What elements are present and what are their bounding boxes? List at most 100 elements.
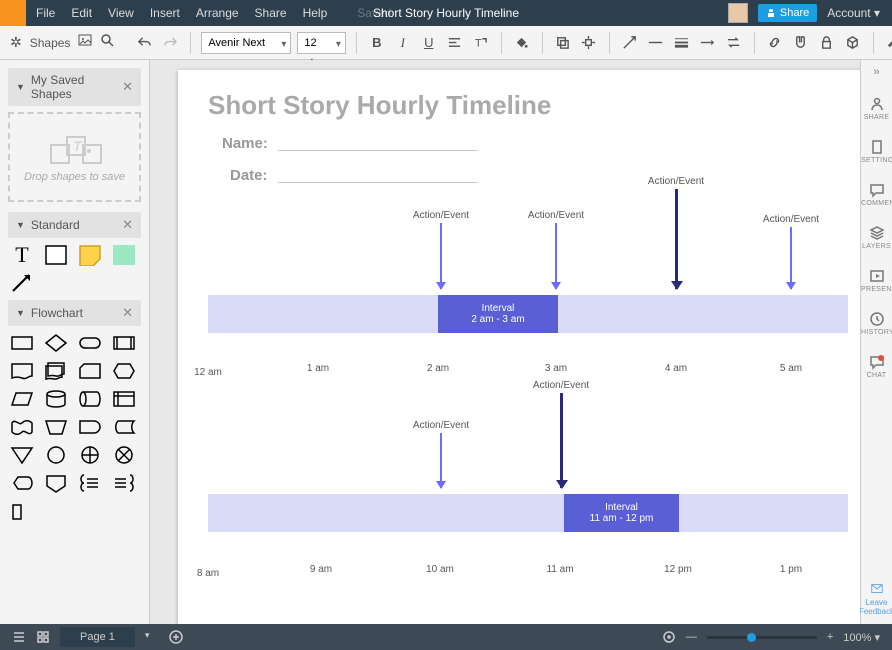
feedback-link[interactable]: LeaveFeedback [859,582,892,616]
canvas[interactable]: Short Story Hourly Timeline Name: Date: … [150,60,860,624]
note-shape[interactable] [78,244,102,266]
action-event-label[interactable]: Action/Event [406,420,476,431]
shapes-gear-icon[interactable]: ✲ [10,34,22,51]
zoom-slider[interactable] [707,636,817,639]
search-icon[interactable] [100,33,114,52]
panel-saved-header[interactable]: ▼My Saved Shapes✕ [8,68,141,106]
fc-doc[interactable] [10,360,34,382]
cube-icon[interactable] [843,33,863,53]
rail-history[interactable]: HISTORY [861,311,892,336]
fc-card[interactable] [78,360,102,382]
interval-2[interactable]: Interval11 am - 12 pm [564,494,679,532]
rect-shape[interactable] [44,244,68,266]
block-shape[interactable] [112,244,136,266]
rail-settings[interactable]: SETTINGS [861,139,892,164]
arrow-icon[interactable] [675,189,678,289]
name-line[interactable] [278,150,478,151]
action-event-label[interactable]: Action/Event [641,176,711,187]
fc-connector[interactable] [44,444,68,466]
line-start-button[interactable] [620,33,640,53]
panel-flowchart-header[interactable]: ▼Flowchart✕ [8,300,141,326]
share-button[interactable]: Share [758,4,817,22]
fc-stored[interactable] [112,416,136,438]
rail-chat[interactable]: CHAT [861,354,892,379]
action-event-label[interactable]: Action/Event [756,214,826,225]
fc-manual[interactable] [44,416,68,438]
fc-merge[interactable] [10,444,34,466]
arrow-icon[interactable] [555,223,557,289]
close-icon[interactable]: ✕ [122,79,133,95]
fc-data[interactable] [10,388,34,410]
fc-internal[interactable] [112,388,136,410]
date-line[interactable] [278,182,478,183]
name-label[interactable]: Name: [222,135,268,152]
text-shape[interactable]: T [10,244,34,266]
timeline-2[interactable] [208,494,848,532]
link-icon[interactable] [765,33,785,53]
panel-standard-header[interactable]: ▼Standard✕ [8,212,141,238]
close-icon[interactable]: ✕ [122,217,133,233]
avatar[interactable] [728,3,748,23]
fc-input[interactable] [10,500,34,522]
line-swap-button[interactable] [724,33,744,53]
underline-button[interactable]: U [419,33,439,53]
target-icon[interactable] [662,630,676,644]
rail-present[interactable]: PRESENT [861,268,892,293]
menu-insert[interactable]: Insert [150,6,180,20]
saved-shapes-dropzone[interactable]: T Drop shapes to save [8,112,141,202]
account-menu[interactable]: Account ▾ [827,6,880,20]
page-menu-icon[interactable]: ▾ [145,630,159,644]
add-page-icon[interactable] [169,630,183,644]
grid-view-icon[interactable] [36,630,50,644]
magnet-icon[interactable] [791,33,811,53]
wrench-icon[interactable] [884,33,892,53]
menu-share[interactable]: Share [255,6,287,20]
action-event-label[interactable]: Action/Event [406,210,476,221]
fc-multidoc[interactable] [44,360,68,382]
document-title[interactable]: Short Story Hourly Timeline [373,6,519,20]
doc-heading[interactable]: Short Story Hourly Timeline [208,90,551,121]
fc-offpage[interactable] [44,472,68,494]
arrow-icon[interactable] [560,393,563,488]
fc-db[interactable] [44,388,68,410]
menu-arrange[interactable]: Arrange [196,6,239,20]
rail-comment[interactable]: COMMENT [861,182,892,207]
arrow-shape[interactable] [10,272,34,294]
close-icon[interactable]: ✕ [122,305,133,321]
fc-hex[interactable] [112,360,136,382]
fc-delay[interactable] [78,416,102,438]
fc-predef[interactable] [112,332,136,354]
list-view-icon[interactable] [12,630,26,644]
menu-edit[interactable]: Edit [71,6,92,20]
fc-tape[interactable] [10,416,34,438]
fc-sum[interactable] [112,444,136,466]
fc-display[interactable] [10,472,34,494]
line-solid-button[interactable] [646,33,666,53]
app-logo[interactable] [0,0,26,26]
shape-front-button[interactable] [553,33,573,53]
arrow-icon[interactable] [790,227,792,289]
fc-terminator[interactable] [78,332,102,354]
position-button[interactable] [579,33,599,53]
fc-brace[interactable] [78,472,102,494]
lock-icon[interactable] [817,33,837,53]
font-select[interactable]: Avenir Next [201,32,291,54]
fc-or[interactable] [78,444,102,466]
italic-button[interactable]: I [393,33,413,53]
rail-layers[interactable]: LAYERS [861,225,892,250]
page[interactable]: Short Story Hourly Timeline Name: Date: … [178,70,860,624]
line-weight-button[interactable] [672,33,692,53]
action-event-label[interactable]: Action/Event [526,380,596,391]
menu-help[interactable]: Help [303,6,328,20]
fc-process[interactable] [10,332,34,354]
arrow-icon[interactable] [440,223,442,289]
redo-button[interactable] [160,33,180,53]
text-style-button[interactable]: T [471,33,491,53]
image-icon[interactable] [78,33,92,52]
menu-file[interactable]: File [36,6,55,20]
fc-decision[interactable] [44,332,68,354]
bold-button[interactable]: B [367,33,387,53]
align-button[interactable] [445,33,465,53]
fill-button[interactable] [512,33,532,53]
arrow-icon[interactable] [440,433,442,488]
